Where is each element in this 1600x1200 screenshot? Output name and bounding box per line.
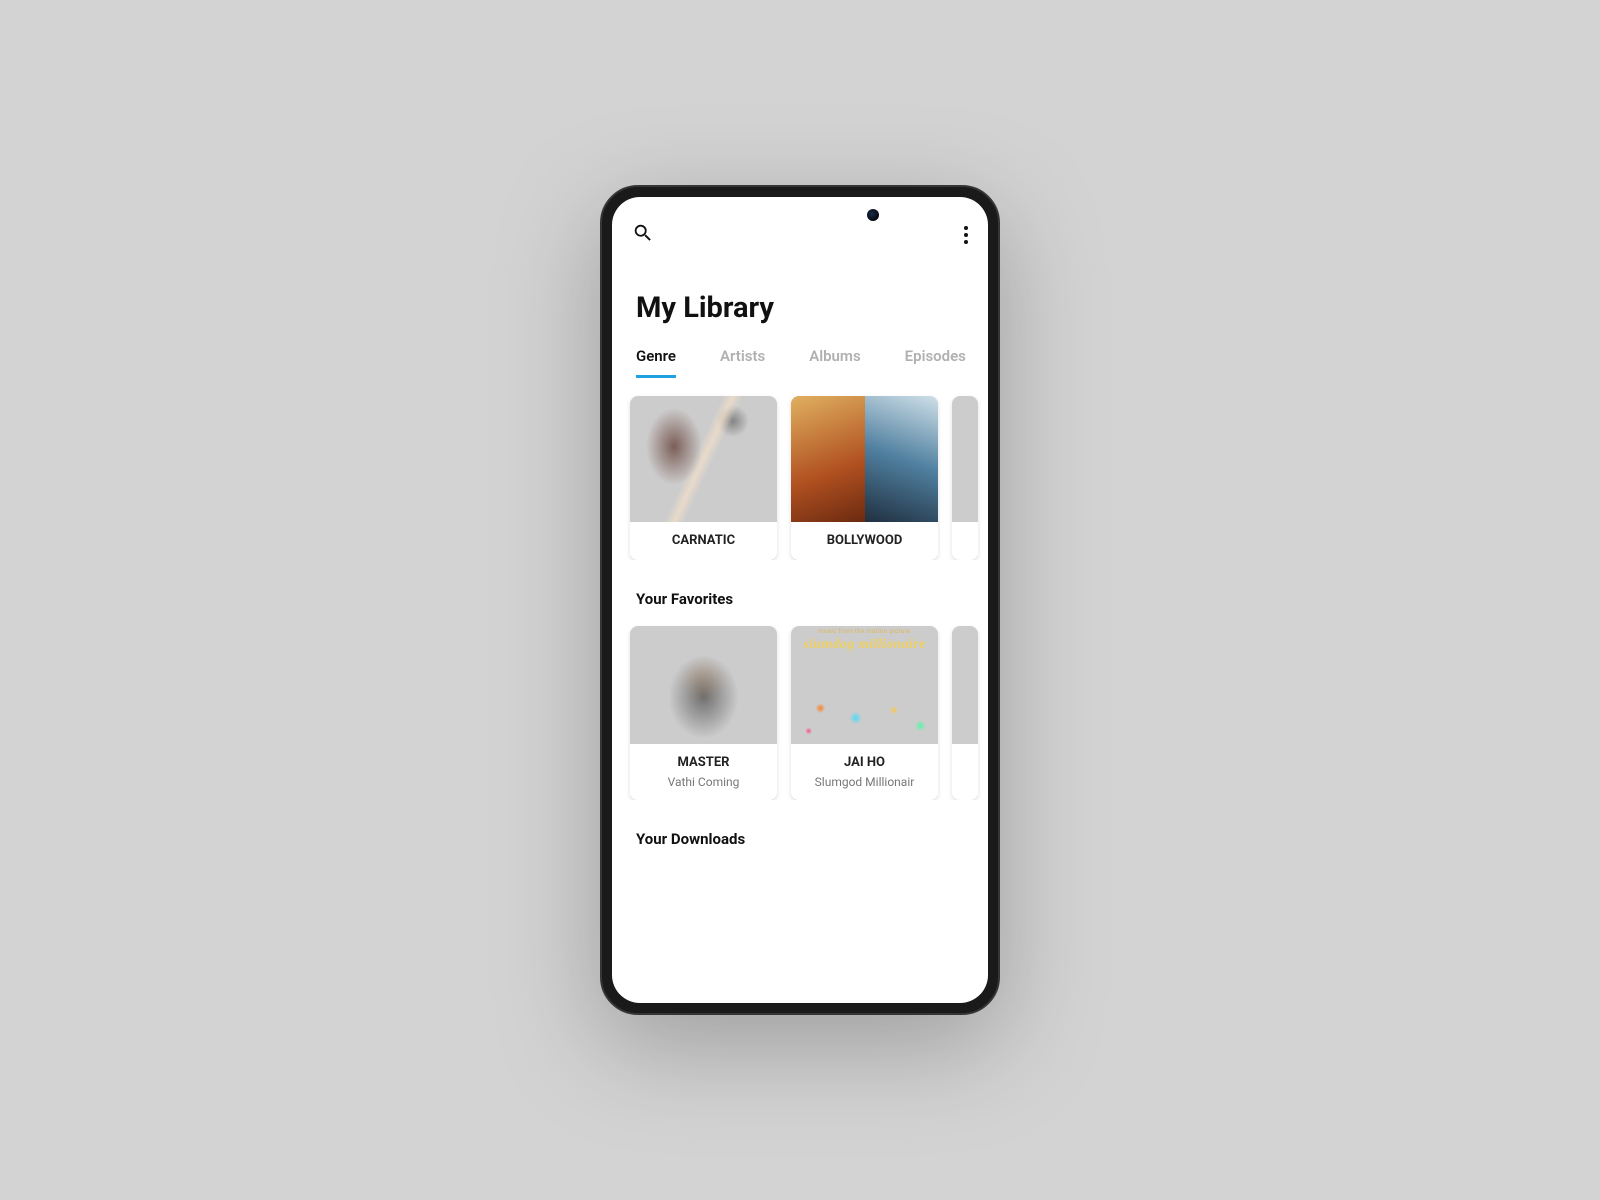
favorite-card-peek[interactable] [952, 626, 978, 800]
favorite-image [630, 626, 777, 744]
tab-artists[interactable]: Artists [720, 347, 765, 378]
search-icon[interactable] [632, 222, 654, 248]
album-art-tagline: music from the motion picture [791, 628, 938, 635]
genre-card-peek[interactable] [952, 396, 978, 560]
genre-label: CARNATIC [630, 522, 777, 560]
genre-card-carnatic[interactable]: CARNATIC [630, 396, 777, 560]
album-art-logo: slumdog millionaire [791, 638, 938, 652]
genre-image [630, 396, 777, 522]
app-screen: My Library Genre Artists Albums Episodes… [612, 197, 988, 1003]
tab-genre[interactable]: Genre [636, 347, 676, 378]
genre-image [952, 396, 978, 522]
tab-bar: Genre Artists Albums Episodes [612, 347, 988, 378]
favorite-card-master[interactable]: MASTER Vathi Coming [630, 626, 777, 800]
section-favorites-title: Your Favorites [612, 560, 988, 608]
favorite-subtitle: Vathi Coming [630, 775, 777, 800]
favorite-subtitle: Slumgod Millionair [791, 775, 938, 800]
favorite-image: music from the motion picture slumdog mi… [791, 626, 938, 744]
genre-row[interactable]: CARNATIC BOLLYWOOD [612, 378, 988, 560]
page-title: My Library [612, 273, 988, 347]
more-icon[interactable] [964, 226, 968, 244]
genre-label: BOLLYWOOD [791, 522, 938, 560]
favorites-row[interactable]: MASTER Vathi Coming music from the motio… [612, 608, 988, 800]
genre-image [791, 396, 938, 522]
favorite-card-jaiho[interactable]: music from the motion picture slumdog mi… [791, 626, 938, 800]
tab-episodes[interactable]: Episodes [905, 347, 966, 378]
phone-body: My Library Genre Artists Albums Episodes… [600, 185, 1000, 1015]
favorite-image [952, 626, 978, 744]
tab-albums[interactable]: Albums [809, 347, 860, 378]
genre-card-bollywood[interactable]: BOLLYWOOD [791, 396, 938, 560]
top-bar [612, 197, 988, 273]
phone-mockup: My Library Genre Artists Albums Episodes… [600, 185, 1000, 1015]
section-downloads-title: Your Downloads [612, 800, 988, 848]
